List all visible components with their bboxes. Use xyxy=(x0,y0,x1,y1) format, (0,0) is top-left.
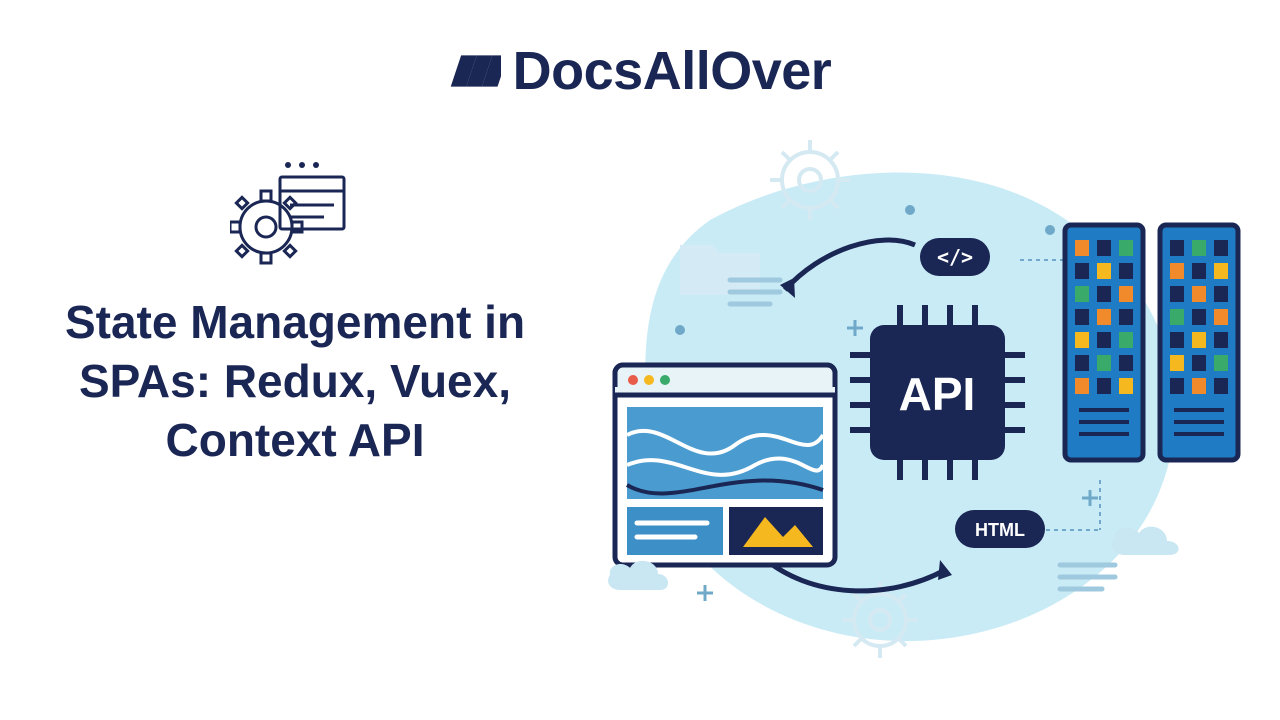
gear-deco-icon xyxy=(770,140,850,220)
server-rack-2 xyxy=(1160,225,1238,460)
code-badge: </> xyxy=(920,238,990,276)
page-title: State Management in SPAs: Redux, Vuex, C… xyxy=(60,293,530,470)
server-rack-1 xyxy=(1065,225,1143,460)
svg-text:API: API xyxy=(899,368,976,420)
brand-logo-icon xyxy=(449,45,501,97)
api-illustration: </> xyxy=(560,130,1260,690)
cloud-icon-2 xyxy=(1112,527,1179,555)
brand-header: DocsAllOver xyxy=(0,40,1280,102)
brand-name: DocsAllOver xyxy=(513,40,832,102)
browser-window xyxy=(615,365,835,565)
settings-workflow-icon xyxy=(230,155,360,275)
api-chip: API xyxy=(850,305,1025,480)
left-column: State Management in SPAs: Redux, Vuex, C… xyxy=(60,155,530,470)
html-badge: HTML xyxy=(955,510,1045,548)
svg-text:HTML: HTML xyxy=(975,520,1025,540)
svg-text:</>: </> xyxy=(937,245,973,269)
